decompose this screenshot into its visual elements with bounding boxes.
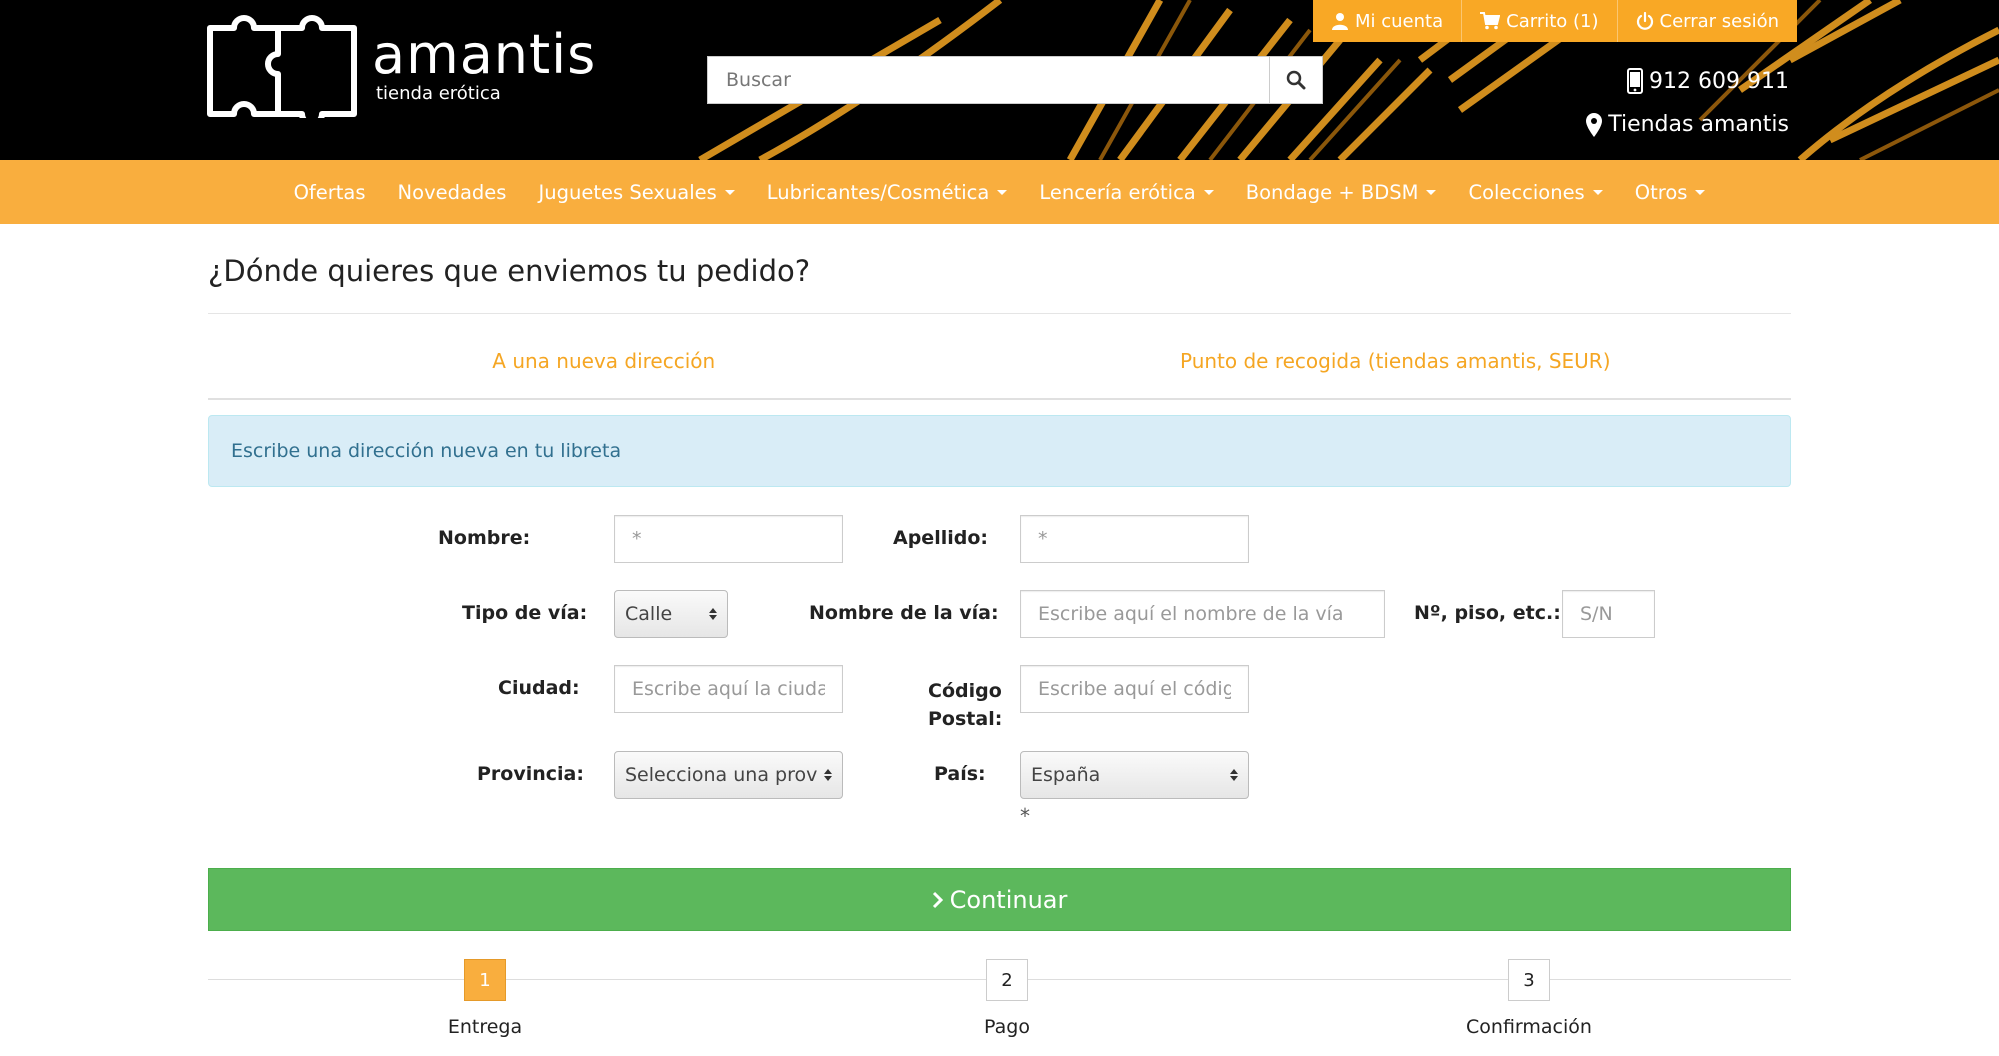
info-alert: Escribe una dirección nueva en tu libret…: [208, 415, 1791, 487]
tab-pickup-point[interactable]: Punto de recogida (tiendas amantis, SEUR…: [1000, 338, 1792, 398]
nav-item-novedades[interactable]: Novedades: [382, 181, 523, 204]
power-icon: [1636, 12, 1653, 30]
provincia-select[interactable]: Selecciona una provincia: [614, 751, 843, 799]
main-navigation: Ofertas Novedades Juguetes Sexuales Lubr…: [0, 160, 1999, 224]
apellido-field[interactable]: [1020, 515, 1249, 563]
search-button[interactable]: [1269, 56, 1323, 104]
logo-name: amantis: [372, 23, 597, 86]
logout-link[interactable]: Cerrar sesión: [1616, 0, 1798, 42]
tipo-via-select[interactable]: Calle: [614, 590, 728, 638]
stores-label: Tiendas amantis: [1608, 112, 1789, 137]
codigo-postal-label: Código Postal:: [928, 677, 1002, 733]
step-2-box[interactable]: 2: [986, 959, 1028, 1001]
select-arrows-icon: [824, 769, 832, 781]
select-arrows-icon: [1230, 769, 1238, 781]
cart-icon: [1480, 12, 1501, 30]
tab-new-address[interactable]: A una nueva dirección: [208, 338, 1000, 398]
chevron-right-icon: [932, 891, 943, 908]
caret-down-icon: [1426, 189, 1437, 195]
nombre-label: Nombre:: [438, 527, 531, 549]
amantis-logo[interactable]: amantis tienda erótica: [206, 14, 596, 118]
nav-item-lenceria-erotica[interactable]: Lencería erótica: [1023, 181, 1229, 204]
select-arrows-icon: [709, 608, 717, 620]
nombre-field[interactable]: [614, 515, 843, 563]
step-3-box[interactable]: 3: [1508, 959, 1550, 1001]
nav-item-bondage-bdsm[interactable]: Bondage + BDSM: [1230, 181, 1453, 204]
stores-link[interactable]: Tiendas amantis: [1586, 112, 1789, 137]
nav-item-juguetes-sexuales[interactable]: Juguetes Sexuales: [522, 181, 750, 204]
step-1-box[interactable]: 1: [464, 959, 506, 1001]
ciudad-field[interactable]: [614, 665, 843, 713]
codigo-postal-field[interactable]: [1020, 665, 1249, 713]
step-1-label: Entrega: [447, 1016, 523, 1038]
pais-value: España: [1031, 764, 1101, 786]
continue-button[interactable]: Continuar: [208, 868, 1791, 931]
codigo-postal-label-line1: Código: [928, 680, 1002, 702]
page-title: ¿Dónde quieres que enviemos tu pedido?: [208, 254, 811, 288]
nav-item-label: Otros: [1634, 180, 1688, 204]
map-marker-icon: [1586, 112, 1603, 137]
search-bar: [707, 56, 1323, 104]
caret-down-icon: [724, 189, 735, 195]
codigo-postal-label-line2: Postal:: [928, 708, 1003, 730]
cart-label: Carrito (1): [1506, 10, 1599, 32]
nav-item-lubricantes-cosmetica[interactable]: Lubricantes/Cosmética: [751, 181, 1024, 204]
nav-item-label: Colecciones: [1468, 180, 1585, 204]
caret-down-icon: [1695, 189, 1706, 195]
nav-item-label: Ofertas: [293, 180, 366, 204]
numero-field[interactable]: [1562, 590, 1655, 638]
logout-label: Cerrar sesión: [1659, 10, 1780, 32]
nombre-via-field[interactable]: [1020, 590, 1385, 638]
puzzle-logo-icon: [207, 15, 357, 118]
phone-number-text: 912 609 911: [1649, 68, 1789, 94]
nav-item-label: Juguetes Sexuales: [538, 180, 717, 204]
divider: [208, 313, 1791, 314]
search-input[interactable]: [707, 56, 1269, 104]
nav-item-ofertas[interactable]: Ofertas: [278, 181, 382, 204]
nav-item-label: Bondage + BDSM: [1245, 180, 1419, 204]
mobile-phone-icon: [1627, 68, 1644, 94]
cart-link[interactable]: Carrito (1): [1461, 0, 1616, 42]
nombre-via-label: Nombre de la vía:: [809, 602, 999, 624]
nav-item-colecciones[interactable]: Colecciones: [1452, 181, 1618, 204]
my-account-link[interactable]: Mi cuenta: [1313, 0, 1461, 42]
caret-down-icon: [997, 189, 1008, 195]
nav-item-label: Novedades: [397, 180, 507, 204]
caret-down-icon: [1592, 189, 1603, 195]
provincia-label: Provincia:: [477, 763, 584, 785]
tipo-via-label: Tipo de vía:: [462, 602, 588, 624]
provincia-value: Selecciona una provincia: [625, 764, 818, 786]
nav-item-label: Lencería erótica: [1039, 180, 1196, 204]
step-2-label: Pago: [984, 1016, 1030, 1038]
my-account-label: Mi cuenta: [1355, 10, 1444, 32]
step-3-label: Confirmación: [1466, 1016, 1592, 1038]
pais-select[interactable]: España: [1020, 751, 1249, 799]
nav-item-label: Lubricantes/Cosmética: [766, 180, 990, 204]
ciudad-label: Ciudad:: [498, 677, 580, 699]
logo-subtitle: tienda erótica: [376, 83, 501, 104]
pais-label: País:: [934, 763, 986, 785]
nav-item-otros[interactable]: Otros: [1619, 181, 1722, 204]
account-bar: Mi cuenta Carrito (1) Cerrar sesión: [1313, 0, 1798, 42]
continue-label: Continuar: [949, 885, 1068, 914]
apellido-label: Apellido:: [893, 527, 988, 549]
tipo-via-value: Calle: [625, 603, 673, 625]
required-mark: *: [1020, 804, 1030, 828]
phone-number[interactable]: 912 609 911: [1627, 68, 1789, 94]
site-header: amantis tienda erótica Mi cuenta Carrito…: [0, 0, 1999, 160]
user-icon: [1332, 13, 1348, 30]
search-icon: [1286, 70, 1306, 90]
numero-label: Nº, piso, etc.:: [1414, 602, 1561, 624]
caret-down-icon: [1203, 189, 1214, 195]
delivery-tabs: A una nueva dirección Punto de recogida …: [208, 349, 1791, 400]
